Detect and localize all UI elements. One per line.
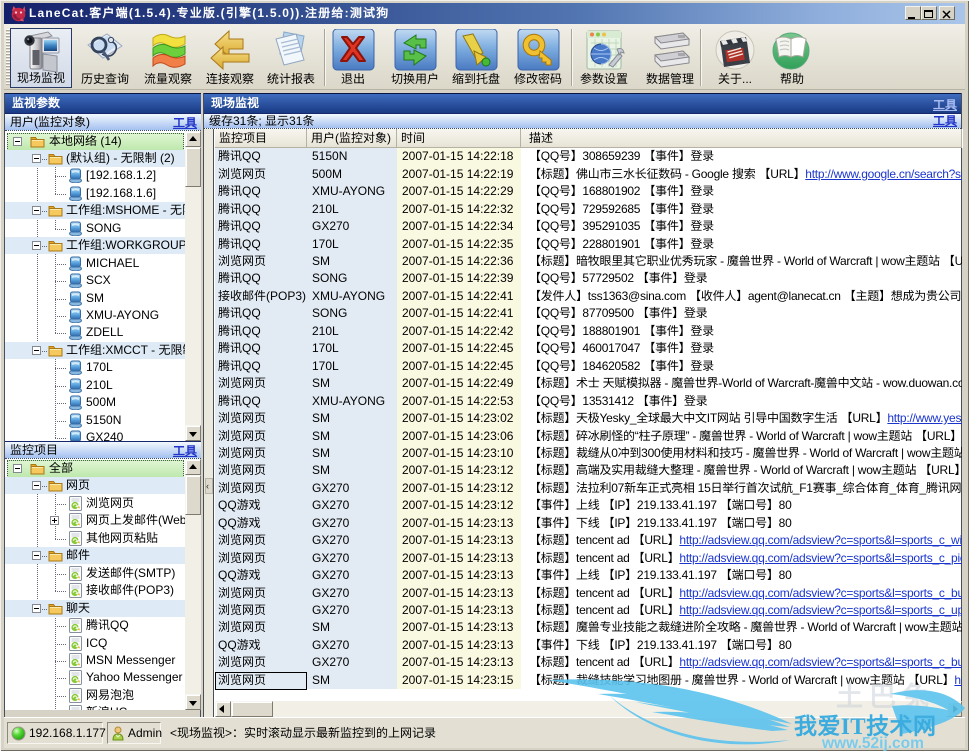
svg-text:www.52ij.com: www.52ij.com: [821, 735, 924, 751]
